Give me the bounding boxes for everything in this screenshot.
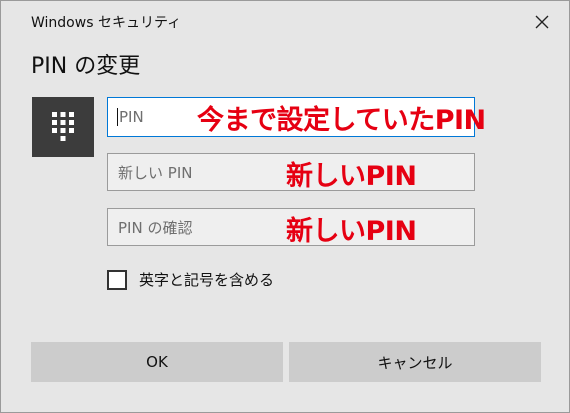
close-button[interactable]: [529, 9, 555, 35]
include-letters-symbols-label: 英字と記号を含める: [139, 271, 275, 289]
pin-pad-icon: [32, 97, 94, 157]
include-letters-symbols-option[interactable]: 英字と記号を含める: [107, 269, 274, 290]
current-pin-placeholder: PIN: [119, 108, 144, 126]
annotation-confirm-pin: 新しいPIN: [286, 216, 417, 247]
cancel-button[interactable]: キャンセル: [289, 342, 541, 382]
annotation-current-pin: 今まで設定していたPIN: [197, 105, 486, 136]
pin-change-dialog: Windows セキュリティ PIN の変更 PIN 新しい PIN PIN の…: [0, 0, 570, 413]
new-pin-placeholder: 新しい PIN: [118, 163, 193, 182]
annotation-new-pin: 新しいPIN: [286, 161, 417, 192]
dialog-heading: PIN の変更: [31, 54, 141, 79]
window-title: Windows セキュリティ: [31, 15, 182, 31]
include-letters-symbols-checkbox[interactable]: [107, 269, 127, 290]
text-caret: [117, 108, 118, 126]
confirm-pin-placeholder: PIN の確認: [118, 218, 193, 237]
ok-button[interactable]: OK: [31, 342, 283, 382]
close-icon: [535, 15, 549, 29]
